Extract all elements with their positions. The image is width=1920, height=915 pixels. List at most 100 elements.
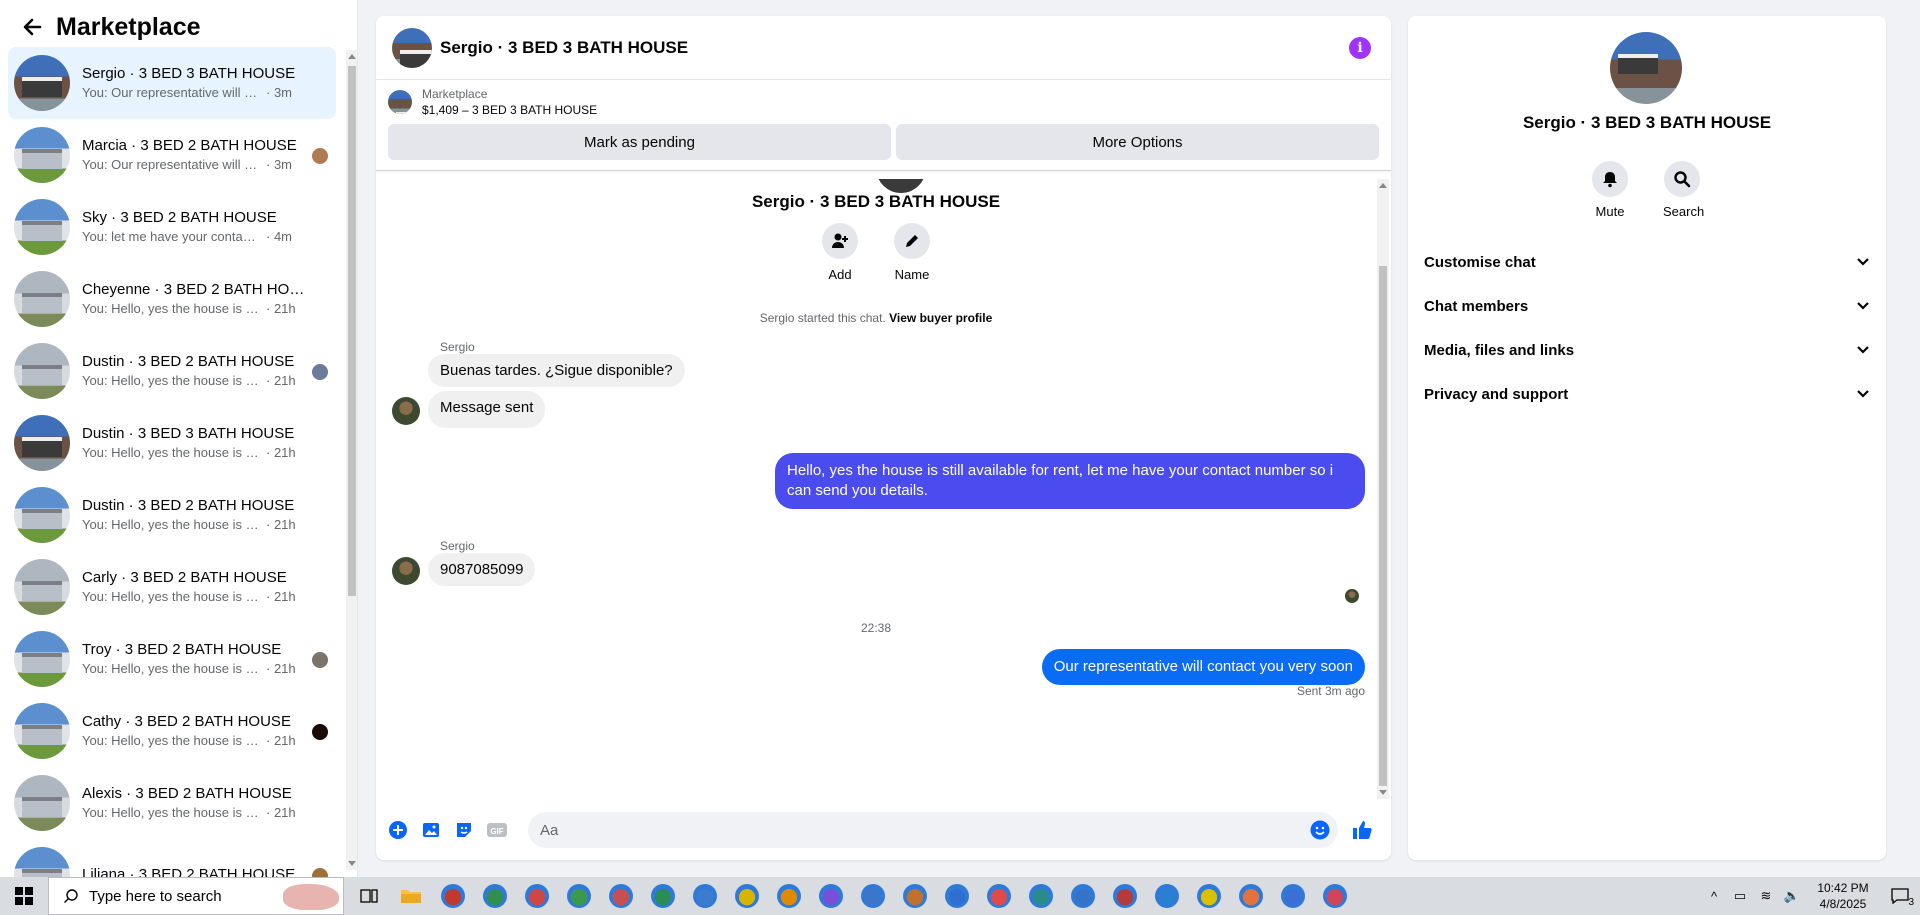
volume-icon[interactable]: 🔈 [1782,886,1802,906]
scrollbar-thumb[interactable] [348,66,356,596]
conversation-item[interactable]: Liliana · 3 BED 2 BATH HOUSE [8,839,336,877]
taskbar-app-icon[interactable] [646,877,680,915]
message-bubble-outgoing[interactable]: Hello, yes the house is still available … [775,453,1365,509]
add-person-button[interactable]: Add [821,223,859,282]
conversation-item[interactable]: Cathy · 3 BED 2 BATH HOUSE You: Hello, ye… [8,695,336,767]
message-input[interactable]: Aa [528,812,1338,848]
taskbar-app-icon[interactable] [520,877,554,915]
messages-scrollbar[interactable] [1377,179,1389,799]
search-icon [64,889,78,903]
taskbar-app-icon[interactable] [478,877,512,915]
conversation-time: · 4m [266,229,292,244]
sidebar-header: Marketplace [0,0,357,54]
message-bubble[interactable]: 9087085099 [428,553,536,586]
chat-started-notice: Sergio started this chat. View buyer pro… [376,311,1376,325]
windows-start-icon[interactable] [0,877,48,915]
bell-icon [1603,172,1617,188]
conversation-thumbnail [14,199,70,255]
sidebar-scrollbar[interactable] [346,50,357,870]
details-avatar[interactable] [1610,32,1682,104]
sticker-icon[interactable] [450,816,478,844]
taskbar-clock[interactable]: 10:42 PM 4/8/2025 [1808,880,1878,912]
wifi-icon[interactable]: ≋ [1756,886,1776,906]
photo-icon[interactable] [417,816,445,844]
conversation-name: Dustin · 3 BED 3 BATH HOUSE [82,425,295,442]
details-menu-item[interactable]: Privacy and support [1408,372,1886,416]
conversation-time: · 21h [266,805,296,820]
taskbar-app-icon[interactable] [856,877,890,915]
edit-name-button[interactable]: Name [893,223,931,282]
meet-now-icon[interactable]: ▭ [1730,886,1750,906]
scroll-down-arrow-icon[interactable] [348,861,356,866]
scroll-up-arrow-icon[interactable] [1379,183,1387,188]
taskbar-app-icon[interactable] [688,877,722,915]
conversation-item[interactable]: Troy · 3 BED 2 BATH HOUSE You: Hello, yes… [8,623,336,695]
scrollbar-thumb[interactable] [1379,266,1387,786]
taskbar-app-icon[interactable] [772,877,806,915]
thumbs-up-icon[interactable] [1348,816,1376,844]
task-view-icon[interactable] [352,877,386,915]
scroll-down-arrow-icon[interactable] [1379,790,1387,795]
conversation-time: · 21h [266,733,296,748]
mute-button[interactable]: Mute [1591,161,1629,219]
notifications-icon[interactable]: 3 [1886,886,1914,908]
listing-bar[interactable]: Marketplace $1,409 – 3 BED 3 BATH HOUSE [376,80,1391,124]
taskbar-app-icon[interactable] [730,877,764,915]
taskbar-app-icon[interactable] [982,877,1016,915]
chevron-up-icon[interactable]: ^ [1704,886,1724,906]
taskbar-app-icon[interactable] [1192,877,1226,915]
conversation-time: · 21h [266,301,296,316]
conversation-item[interactable]: Cheyenne · 3 BED 2 BATH HOUSE You: Hello,… [8,263,336,335]
conversation-item[interactable]: Sergio · 3 BED 3 BATH HOUSE You: Our repr… [8,47,336,119]
chat-title[interactable]: Sergio · 3 BED 3 BATH HOUSE [440,38,688,58]
details-menu-item[interactable]: Customise chat [1408,240,1886,284]
conversation-item[interactable]: Carly · 3 BED 2 BATH HOUSE You: Hello, ye… [8,551,336,623]
taskbar-app-icon[interactable] [1024,877,1058,915]
message-bubble[interactable]: Buenas tardes. ¿Sigue disponible? [428,354,685,387]
taskbar-app-icon[interactable] [1276,877,1310,915]
file-explorer-icon[interactable] [394,877,428,915]
more-options-button[interactable]: More Options [896,124,1379,160]
conversation-snippet: You: Hello, yes the house is still... [82,373,262,388]
conversation-snippet: You: let me have your contact nu... [82,229,262,244]
taskbar-app-icon[interactable] [1318,877,1352,915]
search-button[interactable]: Search [1663,161,1704,219]
conversation-item[interactable]: Alexis · 3 BED 2 BATH HOUSE You: Hello, y… [8,767,336,839]
chat-avatar[interactable] [392,27,432,68]
view-buyer-profile-link[interactable]: View buyer profile [889,311,992,325]
conversation-item[interactable]: Dustin · 3 BED 2 BATH HOUSE You: Hello, y… [8,335,336,407]
add-person-icon [832,233,848,248]
back-arrow-icon[interactable] [20,15,44,39]
taskbar-app-icon[interactable] [1108,877,1142,915]
info-icon[interactable]: i [1349,37,1371,59]
taskbar-search-box[interactable]: Type here to search [48,877,344,915]
plus-icon[interactable] [384,816,412,844]
taskbar-app-icon[interactable] [898,877,932,915]
taskbar-app-icon[interactable] [1066,877,1100,915]
mark-as-pending-button[interactable]: Mark as pending [388,124,891,160]
conversation-item[interactable]: Dustin · 3 BED 3 BATH HOUSE You: Hello, y… [8,407,336,479]
details-menu: Customise chat Chat members Media, files a… [1408,240,1886,416]
emoji-icon[interactable] [1310,820,1330,840]
taskbar-app-icon[interactable] [814,877,848,915]
taskbar-app-icon[interactable] [940,877,974,915]
gif-icon[interactable]: GIF [483,816,511,844]
conversation-item[interactable]: Sky · 3 BED 2 BATH HOUSE You: let me have… [8,191,336,263]
conversation-item[interactable]: Marcia · 3 BED 2 BATH HOUSE You: Our repr… [8,119,336,191]
conversation-snippet: You: Hello, yes the house is still av... [82,301,262,316]
taskbar-app-icon[interactable] [1150,877,1184,915]
conversation-name: Carly · 3 BED 2 BATH HOUSE [82,569,287,586]
sender-avatar[interactable] [392,557,420,585]
message-bubble-outgoing[interactable]: Our representative will contact you very… [1041,649,1365,685]
message-bubble[interactable]: Message sent [428,391,546,428]
taskbar-app-icon[interactable] [562,877,596,915]
details-menu-item[interactable]: Chat members [1408,284,1886,328]
taskbar-app-icon[interactable] [436,877,470,915]
seen-indicator-avatar [1345,589,1359,603]
taskbar-app-icon[interactable] [1234,877,1268,915]
taskbar-app-icon[interactable] [604,877,638,915]
conversation-item[interactable]: Dustin · 3 BED 2 BATH HOUSE You: Hello, y… [8,479,336,551]
sender-avatar[interactable] [392,397,420,425]
scroll-up-arrow-icon[interactable] [348,54,356,59]
details-menu-item[interactable]: Media, files and links [1408,328,1886,372]
